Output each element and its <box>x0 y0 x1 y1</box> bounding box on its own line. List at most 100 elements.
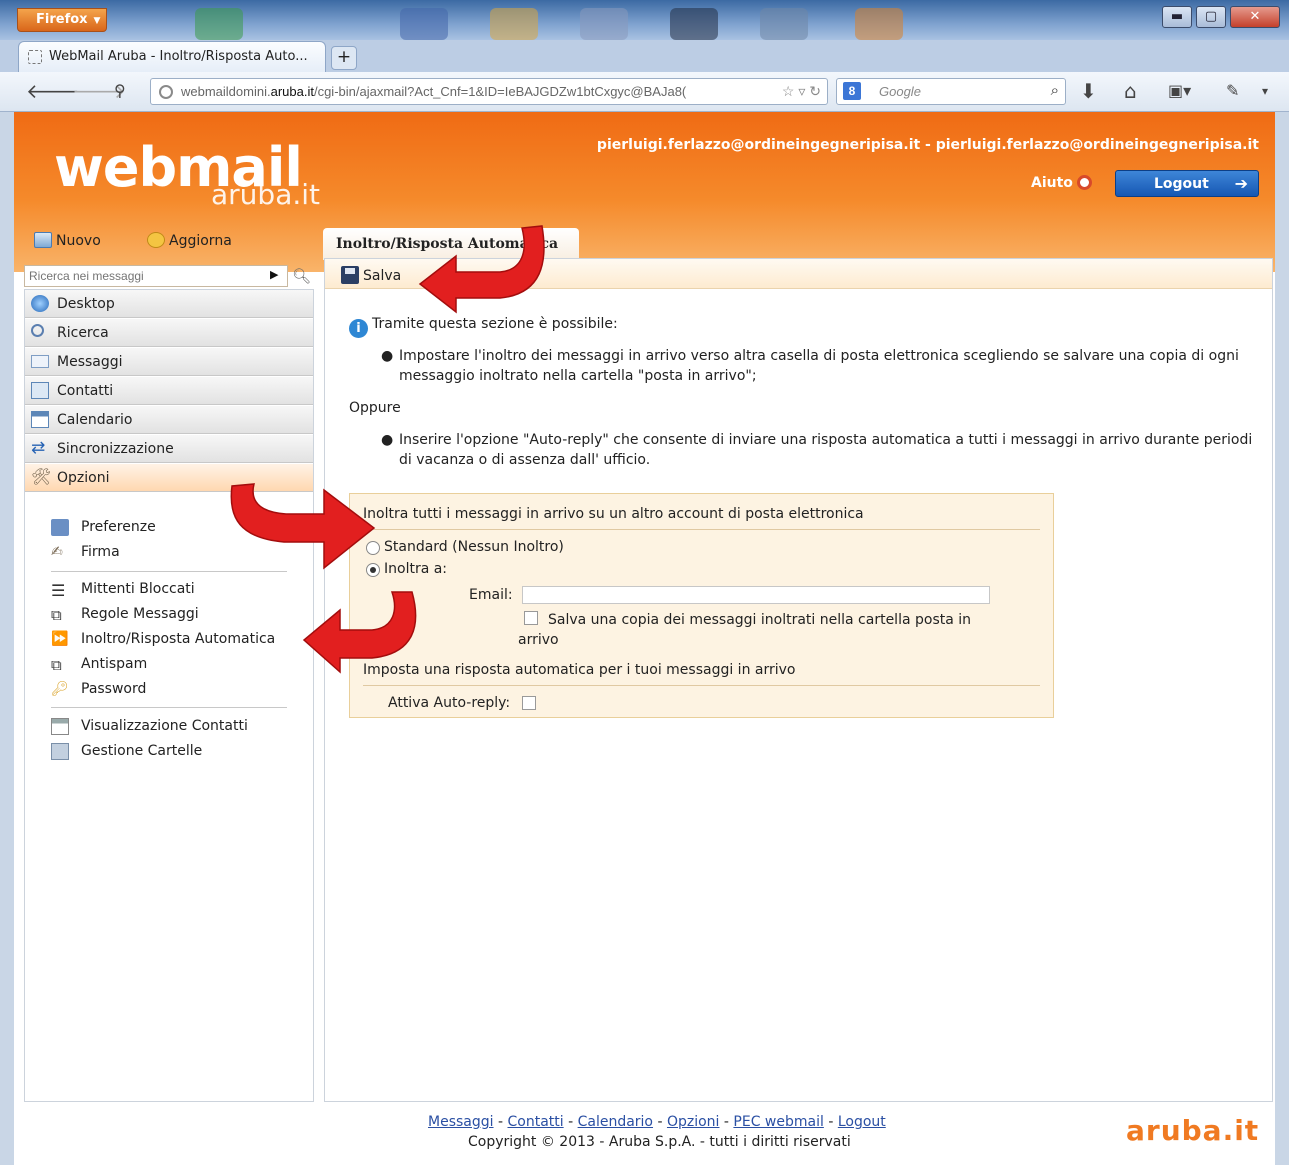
radio-standard-label: Standard (Nessun Inoltro) <box>384 539 564 555</box>
magnifier-icon <box>31 324 44 337</box>
keep-copy-label: Salva una copia dei messaggi inoltrati n… <box>518 612 972 648</box>
window-titlebar: Firefox ▼ ▬ ▢ ✕ <box>0 0 1289 40</box>
options-item-label: Inoltro/Risposta Automatica <box>81 631 276 647</box>
new-message-button[interactable]: Nuovo <box>34 232 101 249</box>
address-bar[interactable]: webmaildomini.aruba.it/cgi-bin/ajaxmail?… <box>150 78 828 105</box>
footer: Messaggi - Contatti - Calendario - Opzio… <box>14 1102 1275 1165</box>
options-divider <box>51 571 287 572</box>
options-item-preferences[interactable]: Preferenze <box>51 519 156 539</box>
forward-section-title: Inoltra tutti i messaggi in arrivo su un… <box>363 506 1040 530</box>
sidebar-item-messages[interactable]: Messaggi <box>25 348 313 376</box>
aruba-logo: aruba.it <box>211 178 321 211</box>
sidebar-item-sync[interactable]: ⇄ Sincronizzazione <box>25 435 313 463</box>
background-icon <box>195 8 243 40</box>
search-icon[interactable]: 🔍︎ <box>292 267 311 285</box>
options-item-antispam[interactable]: ⧉ Antispam <box>51 656 147 676</box>
options-item-blocked-senders[interactable]: ☰ Mittenti Bloccati <box>51 581 195 601</box>
location-icon[interactable]: ⚲ <box>114 80 126 102</box>
footer-link-pec[interactable]: PEC webmail <box>733 1114 823 1130</box>
info-icon: i <box>349 319 368 338</box>
message-search: ▶ 🔍︎ <box>24 265 314 289</box>
options-item-folders[interactable]: Gestione Cartelle <box>51 743 202 763</box>
minimize-button[interactable]: ▬ <box>1162 6 1192 28</box>
menu-chevron-icon[interactable]: ▾ <box>1262 80 1268 102</box>
search-options-icon[interactable]: ▶ <box>270 268 278 281</box>
sidebar-item-calendar[interactable]: Calendario <box>25 406 313 434</box>
rules-icon: ⧉ <box>51 606 62 624</box>
options-item-forward-autoreply[interactable]: ⏩ Inoltro/Risposta Automatica <box>51 631 275 651</box>
options-item-password[interactable]: 🔑︎ Password <box>51 681 146 701</box>
app-header: webmail aruba.it pierluigi.ferlazzo@ordi… <box>14 112 1275 272</box>
footer-link-logout[interactable]: Logout <box>838 1114 886 1130</box>
email-field[interactable] <box>522 586 990 604</box>
home-icon[interactable]: ⌂ <box>1124 80 1137 102</box>
copyright: Copyright © 2013 - Aruba S.p.A. - tutti … <box>468 1134 851 1150</box>
browser-tab[interactable]: WebMail Aruba - Inoltro/Risposta Auto... <box>18 41 326 72</box>
sidebar-item-label: Messaggi <box>57 354 123 370</box>
options-item-label: Gestione Cartelle <box>81 743 203 759</box>
footer-link-messages[interactable]: Messaggi <box>428 1114 494 1130</box>
or-label: Oppure <box>349 400 401 416</box>
download-icon[interactable]: ⬇ <box>1080 80 1097 102</box>
sidebar-item-options[interactable]: 🛠︎ Opzioni <box>25 464 313 492</box>
calendar-icon <box>31 411 49 428</box>
aruba-footer-logo: aruba.it <box>1126 1114 1260 1147</box>
options-item-label: Firma <box>81 544 120 560</box>
page-icon <box>28 50 42 64</box>
pen-icon: ✍ <box>51 544 63 560</box>
forward-settings-panel: Inoltra tutti i messaggi in arrivo su un… <box>349 493 1054 718</box>
url-domain: aruba.it <box>270 84 314 99</box>
autoreply-label: Attiva Auto-reply: <box>388 695 511 711</box>
sidebar-item-contacts[interactable]: Contatti <box>25 377 313 405</box>
help-link[interactable]: Aiuto <box>1031 175 1092 191</box>
footer-link-options[interactable]: Opzioni <box>667 1114 719 1130</box>
save-button[interactable]: Salva <box>341 266 401 284</box>
globe-icon <box>159 85 173 99</box>
chevron-down-icon: ▼ <box>93 16 101 26</box>
firefox-menu-button[interactable]: Firefox ▼ <box>17 8 107 32</box>
tab-forward-autoreply[interactable]: Inoltro/Risposta Automatica <box>323 228 579 260</box>
bookmarks-icon[interactable]: ▣▾ <box>1168 80 1191 102</box>
options-item-contacts-view[interactable]: Visualizzazione Contatti <box>51 718 248 738</box>
bullet-icon: ● <box>381 432 394 448</box>
radio-forward[interactable] <box>366 563 380 577</box>
refresh-button[interactable]: Aggiorna <box>147 232 232 249</box>
footer-separator: - <box>493 1114 508 1130</box>
close-button[interactable]: ✕ <box>1230 6 1280 28</box>
footer-separator: - <box>653 1114 667 1130</box>
bullet-autoreply-text: Inserire l'opzione "Auto-reply" che cons… <box>399 432 1253 468</box>
options-item-message-rules[interactable]: ⧉ Regole Messaggi <box>51 606 199 626</box>
options-item-label: Visualizzazione Contatti <box>81 718 248 734</box>
address-book-icon <box>31 382 49 399</box>
google-icon[interactable]: 8 <box>843 82 861 100</box>
new-tab-button[interactable]: + <box>331 46 357 70</box>
search-input[interactable] <box>24 265 288 287</box>
autoreply-checkbox[interactable] <box>522 696 536 710</box>
search-engine-box[interactable]: 8 Google ⌕ <box>836 78 1066 105</box>
save-label: Salva <box>363 268 402 284</box>
sidebar-item-label: Sincronizzazione <box>57 441 174 457</box>
arrow-right-icon: ➔ <box>1234 174 1248 193</box>
bullet-icon: ● <box>381 348 394 364</box>
footer-link-calendar[interactable]: Calendario <box>578 1114 653 1130</box>
sidebar-item-search[interactable]: Ricerca <box>25 319 313 347</box>
logout-button[interactable]: Logout ➔ <box>1115 170 1259 197</box>
options-item-signature[interactable]: ✍ Firma <box>51 544 120 564</box>
sidebar-item-desktop[interactable]: Desktop <box>25 290 313 318</box>
search-icon[interactable]: ⌕ <box>1051 82 1059 99</box>
options-divider <box>51 707 287 708</box>
radio-standard[interactable] <box>366 541 380 555</box>
options-item-label: Mittenti Bloccati <box>81 581 195 597</box>
logout-label: Logout <box>1154 176 1209 192</box>
webmail-app: webmail aruba.it pierluigi.ferlazzo@ordi… <box>14 112 1275 1165</box>
footer-link-contacts[interactable]: Contatti <box>507 1114 563 1130</box>
email-label: Email: <box>469 587 513 603</box>
bullet-forward-text: Impostare l'inoltro dei messaggi in arri… <box>399 348 1239 384</box>
bookmark-star-icon[interactable]: ☆ ▿ ↻ <box>782 83 821 100</box>
maximize-button[interactable]: ▢ <box>1196 6 1226 28</box>
new-label: Nuovo <box>56 233 101 249</box>
addon-icon[interactable]: ✎ <box>1226 80 1239 102</box>
floppy-disk-icon <box>341 266 359 284</box>
autoreply-section-title: Imposta una risposta automatica per i tu… <box>363 662 1040 686</box>
user-account: pierluigi.ferlazzo@ordineingegneripisa.i… <box>596 137 1259 153</box>
